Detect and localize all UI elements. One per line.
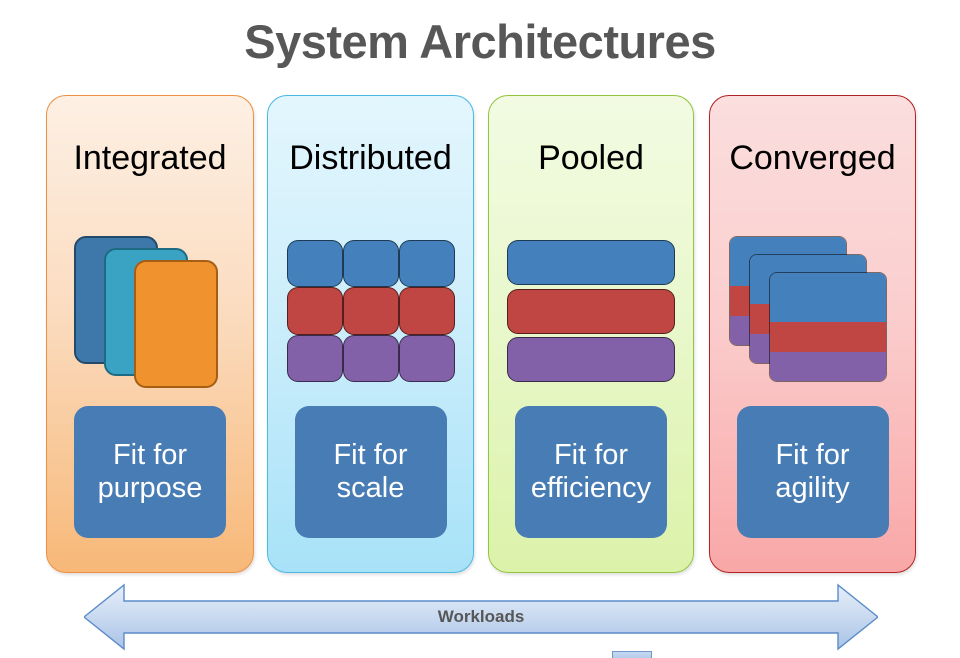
fit-box-integrated[interactable]: Fit for purpose — [74, 406, 226, 538]
grid-cell-blue — [398, 240, 455, 288]
pooled-bars — [507, 240, 675, 382]
panel-integrated[interactable]: Integrated Fit for purpose — [46, 95, 254, 573]
fit-box-distributed[interactable]: Fit for scale — [294, 406, 447, 538]
graphic-offset-banded-card-stack — [710, 236, 915, 396]
fit-line-2: purpose — [97, 472, 203, 504]
stack-card-front — [134, 260, 218, 388]
fit-line-2: agility — [775, 472, 850, 504]
panel-pooled[interactable]: Pooled Fit for efficiency — [488, 95, 694, 573]
grid-cell-red — [398, 287, 455, 335]
band-blue — [769, 273, 886, 322]
grid-cell-purple — [342, 334, 399, 382]
grid-cell-red — [286, 287, 343, 335]
fit-line-1: Fit for — [333, 439, 408, 472]
fit-line-1: Fit for — [553, 439, 629, 472]
node-grid — [286, 240, 455, 382]
graphic-offset-card-stack — [47, 236, 253, 396]
band-purple — [769, 351, 886, 381]
pool-bar-purple — [507, 337, 675, 382]
band-red — [769, 321, 886, 352]
panel-distributed[interactable]: Distributed Fit for scale — [267, 95, 474, 573]
panel-converged[interactable]: Converged Fit for agility — [709, 95, 916, 573]
pool-bar-red — [507, 288, 675, 334]
panel-title-integrated: Integrated — [73, 139, 227, 177]
pool-bar-blue — [507, 240, 675, 285]
graphic-three-by-three-grid — [268, 236, 473, 396]
fit-box-pooled[interactable]: Fit for efficiency — [515, 406, 667, 538]
grid-cell-blue — [286, 240, 343, 288]
panel-title-distributed: Distributed — [289, 139, 452, 177]
fit-line-1: Fit for — [112, 439, 188, 472]
fit-line-1: Fit for — [775, 439, 850, 472]
converged-card-front — [768, 272, 887, 382]
grid-cell-purple — [398, 334, 455, 382]
graphic-three-horizontal-bars — [489, 236, 693, 396]
grid-cell-purple — [286, 334, 343, 382]
grid-cell-blue — [342, 240, 399, 288]
grid-cell-red — [342, 287, 399, 335]
fit-box-converged[interactable]: Fit for agility — [736, 406, 889, 538]
fit-line-2: scale — [336, 472, 405, 504]
fit-line-2: efficiency — [530, 472, 652, 504]
page-title: System Architectures — [244, 15, 716, 68]
panel-title-converged: Converged — [729, 139, 896, 177]
bottom-cutoff-fragment — [612, 651, 652, 658]
panel-title-pooled: Pooled — [538, 139, 644, 177]
workloads-arrow-icon — [84, 583, 878, 651]
